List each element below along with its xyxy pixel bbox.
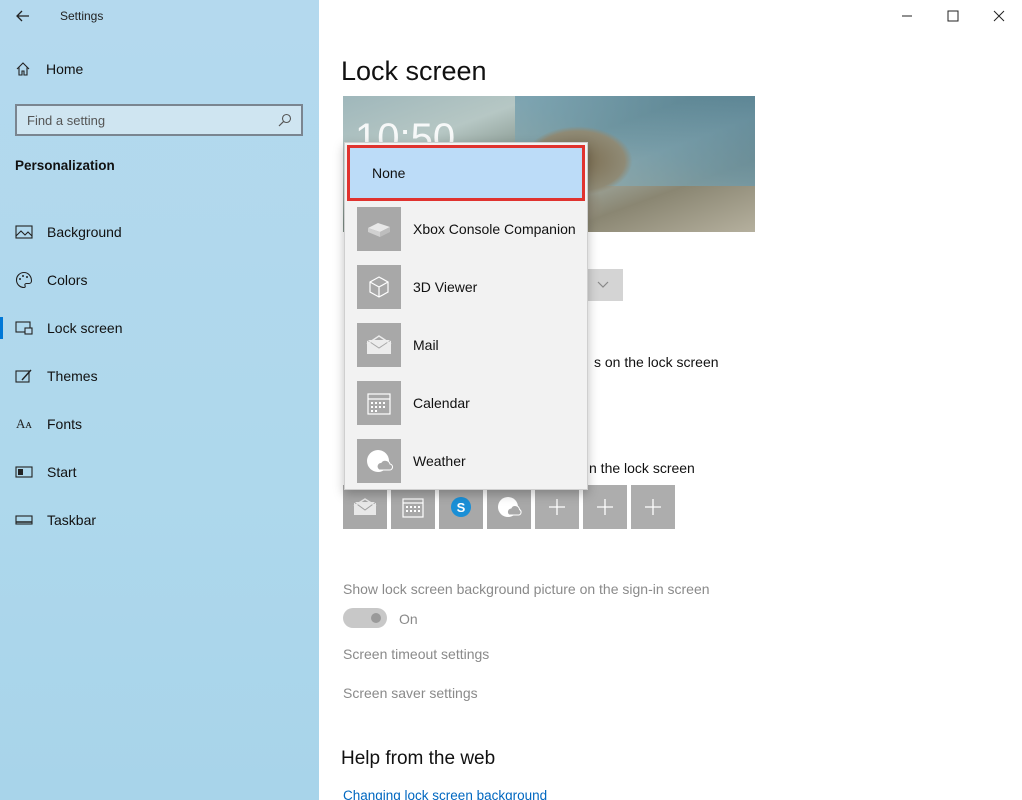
maximize-icon[interactable] (930, 0, 976, 32)
dropdown-option-label: Weather (413, 453, 466, 469)
sidebar-item-label: Taskbar (47, 512, 97, 528)
quick-status-add[interactable] (535, 485, 579, 529)
sidebar-item-lock-screen[interactable]: Lock screen (0, 304, 319, 352)
minimize-icon[interactable] (884, 0, 930, 32)
mail-icon (357, 323, 401, 367)
dropdown-option-weather[interactable]: Weather (357, 439, 581, 483)
dropdown-option-xbox[interactable]: Xbox Console Companion (357, 207, 581, 251)
quick-status-calendar[interactable] (391, 485, 435, 529)
lock-screen-icon (15, 319, 33, 337)
quick-status-add[interactable] (583, 485, 627, 529)
add-icon (549, 499, 565, 515)
weather-icon (357, 439, 401, 483)
search-icon[interactable] (277, 112, 293, 128)
dropdown-option-label: 3D Viewer (413, 279, 478, 295)
calendar-icon (402, 498, 424, 518)
screen-timeout-link[interactable]: Screen timeout settings (343, 646, 489, 662)
quick-status-label: n the lock screen (589, 460, 695, 476)
sidebar-item-taskbar[interactable]: Taskbar (0, 496, 319, 544)
weather-icon (498, 497, 522, 517)
help-title: Help from the web (341, 748, 496, 769)
sidebar-item-label: Colors (47, 272, 88, 288)
fonts-icon: Aᴀ (16, 416, 32, 431)
sidebar-item-label: Background (47, 224, 122, 240)
dropdown-option-label: Xbox Console Companion (413, 221, 576, 237)
calendar-icon (357, 381, 401, 425)
close-icon[interactable] (976, 0, 1022, 32)
back-arrow-icon[interactable] (8, 2, 38, 30)
home-icon (14, 60, 32, 78)
sidebar-item-themes[interactable]: Themes (0, 352, 319, 400)
sidebar-nav: Background Colors Lock screen Themes Aᴀ … (0, 208, 319, 544)
sidebar-item-fonts[interactable]: Aᴀ Fonts (0, 400, 319, 448)
dropdown-option-label: Mail (413, 337, 439, 353)
dropdown-option-label: Calendar (413, 395, 470, 411)
sidebar-item-label: Fonts (47, 416, 83, 432)
detailed-status-label: s on the lock screen (594, 354, 719, 370)
background-select-chevron[interactable] (583, 269, 623, 301)
dropdown-option-calendar[interactable]: Calendar (357, 381, 581, 425)
page-title: Lock screen (341, 56, 487, 86)
taskbar-icon (15, 511, 33, 529)
app-title: Settings (60, 9, 104, 23)
home-label: Home (46, 61, 84, 77)
start-icon (15, 463, 33, 481)
quick-status-weather[interactable] (487, 485, 531, 529)
3d-viewer-icon (357, 265, 401, 309)
sidebar-item-label: Themes (47, 368, 98, 384)
toggle-state-label: On (399, 611, 418, 627)
palette-icon (15, 271, 33, 289)
signin-background-label: Show lock screen background picture on t… (343, 581, 710, 597)
sidebar: Settings Home Personalization Background… (0, 0, 319, 800)
sidebar-item-label: Start (47, 464, 77, 480)
sidebar-item-label: Lock screen (47, 320, 123, 336)
dropdown-option-mail[interactable]: Mail (357, 323, 581, 367)
mail-icon (353, 498, 377, 515)
quick-status-add[interactable] (631, 485, 675, 529)
window-controls (884, 0, 1022, 32)
search-input[interactable] (17, 112, 267, 128)
section-title: Personalization (15, 158, 115, 173)
chevron-down-icon (597, 281, 609, 288)
signin-background-toggle[interactable] (343, 608, 387, 628)
sidebar-item-colors[interactable]: Colors (0, 256, 319, 304)
search-box[interactable] (15, 104, 303, 136)
image-icon (15, 223, 33, 241)
help-link[interactable]: Changing lock screen background (343, 788, 547, 800)
dropdown-option-none[interactable]: None (347, 145, 585, 201)
add-icon (645, 499, 661, 515)
home-nav-item[interactable]: Home (14, 60, 83, 78)
themes-icon (15, 367, 33, 385)
app-picker-dropdown: None Xbox Console Companion 3D Viewer Ma… (344, 142, 588, 490)
dropdown-option-3d-viewer[interactable]: 3D Viewer (357, 265, 581, 309)
toggle-knob (371, 613, 381, 623)
skype-icon: S (451, 497, 471, 517)
quick-status-mail[interactable] (343, 485, 387, 529)
add-icon (597, 499, 613, 515)
sidebar-item-start[interactable]: Start (0, 448, 319, 496)
screen-saver-link[interactable]: Screen saver settings (343, 685, 478, 701)
xbox-app-icon (357, 207, 401, 251)
quick-status-skype[interactable]: S (439, 485, 483, 529)
quick-status-tiles: S (343, 485, 675, 529)
sidebar-item-background[interactable]: Background (0, 208, 319, 256)
